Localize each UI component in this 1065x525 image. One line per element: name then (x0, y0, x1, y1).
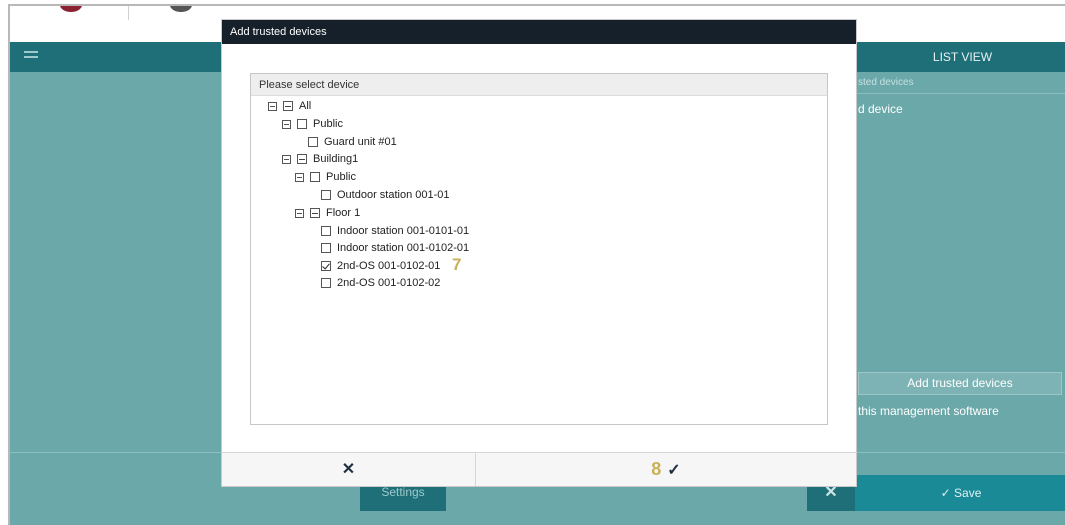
tree-node-label: Indoor station 001-0102-01 (337, 242, 470, 254)
checkbox[interactable] (321, 278, 331, 289)
close-icon: ✕ (341, 461, 356, 478)
trusted-devices-panel: sted devices d device Add trusted device… (850, 72, 1065, 452)
checkbox[interactable] (308, 137, 318, 148)
tree-header: Please select device (251, 74, 827, 96)
tree-node-label: 2nd-OS 001-0102-01 (337, 260, 441, 272)
checkbox-partial[interactable] (297, 154, 307, 165)
tree-node-label: Building1 (313, 153, 359, 165)
add-trusted-devices-button[interactable]: Add trusted devices (858, 372, 1062, 395)
checkbox[interactable] (297, 119, 307, 130)
tree-node-building1[interactable]: Building1 (282, 151, 358, 168)
confirm-button[interactable]: 8 ✓ (476, 453, 856, 486)
collapse-icon[interactable] (295, 208, 304, 218)
divider (128, 6, 129, 20)
tree-node-label: Indoor station 001-0101-01 (337, 225, 470, 237)
device-tree: Please select device All Public Guard un… (250, 73, 828, 425)
tree-node-indoor-station-2[interactable]: Indoor station 001-0102-01 (321, 240, 469, 257)
checkbox[interactable] (321, 190, 331, 201)
tree-node-label: Public (313, 118, 343, 130)
tree-node-label: Floor 1 (326, 207, 361, 219)
check-icon: ✓ (667, 462, 681, 479)
tree-node-label: All (299, 100, 312, 112)
checkbox-partial[interactable] (283, 101, 293, 112)
add-trusted-devices-dialog: Add trusted devices Please select device… (222, 20, 856, 486)
step-marker-7: 7 (452, 255, 462, 274)
collapse-icon[interactable] (268, 101, 277, 111)
tree-node-label: Public (326, 171, 356, 183)
collapse-icon[interactable] (282, 154, 291, 164)
list-view-title: LIST VIEW (932, 50, 993, 64)
tree-node-2nd-os-2[interactable]: 2nd-OS 001-0102-02 (321, 275, 440, 292)
tree-node-indoor-station-1[interactable]: Indoor station 001-0101-01 (321, 223, 469, 240)
tree-node-building-public[interactable]: Public (295, 169, 356, 186)
checkbox-partial[interactable] (310, 208, 320, 219)
dialog-footer: ✕ 8 ✓ (222, 452, 856, 486)
tree-node-label: 2nd-OS 001-0102-02 (337, 277, 441, 289)
checkbox[interactable] (310, 172, 320, 183)
checkbox[interactable] (321, 226, 331, 237)
tree-node-all[interactable]: All (268, 98, 311, 115)
checkbox[interactable] (321, 243, 331, 254)
step-marker-8: 8 (651, 459, 662, 479)
user-icon (170, 6, 192, 12)
collapse-icon[interactable] (295, 172, 304, 182)
trusted-devices-header: sted devices (850, 72, 1065, 94)
collapse-icon[interactable] (282, 119, 291, 129)
menu-icon[interactable] (24, 51, 38, 63)
save-button[interactable]: ✓ Save (855, 475, 1065, 511)
management-software-text: this management software (858, 404, 999, 418)
logo-icon (60, 6, 82, 12)
tree-node-public[interactable]: Public (282, 116, 343, 133)
tree-node-2nd-os-1[interactable]: 2nd-OS 001-0102-01 (321, 258, 440, 275)
tree-node-guard-unit[interactable]: Guard unit #01 (308, 134, 397, 151)
dialog-title: Add trusted devices (222, 20, 856, 44)
tree-node-label: Outdoor station 001-01 (337, 189, 450, 201)
cancel-button[interactable]: ✕ (222, 453, 476, 486)
device-text: d device (858, 102, 903, 116)
checkbox-checked[interactable] (321, 261, 331, 272)
tree-node-label: Guard unit #01 (324, 136, 397, 148)
tree-node-floor1[interactable]: Floor 1 (295, 205, 360, 222)
tree-node-outdoor-station[interactable]: Outdoor station 001-01 (321, 187, 450, 204)
